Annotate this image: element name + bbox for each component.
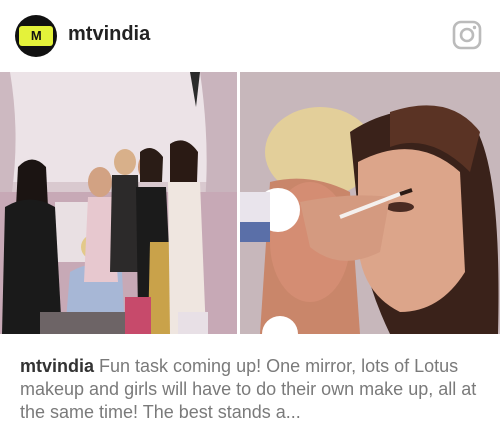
- photo-eye-makeup-closeup: [240, 72, 500, 334]
- eye-makeup-closeup-image: [240, 72, 500, 334]
- makeup-session-image: [0, 72, 237, 334]
- logo-text: M: [30, 28, 42, 43]
- instagram-icon[interactable]: [452, 20, 482, 50]
- post-header: M mtvindia: [0, 0, 500, 72]
- photo-makeup-session: [0, 72, 237, 334]
- post-photos: [0, 72, 500, 334]
- mtv-logo: M: [19, 26, 53, 46]
- username[interactable]: mtvindia: [68, 23, 150, 46]
- avatar[interactable]: M: [15, 15, 57, 57]
- post-caption: mtvindia Fun task coming up! One mirror,…: [20, 355, 486, 424]
- caption-username[interactable]: mtvindia: [20, 356, 94, 376]
